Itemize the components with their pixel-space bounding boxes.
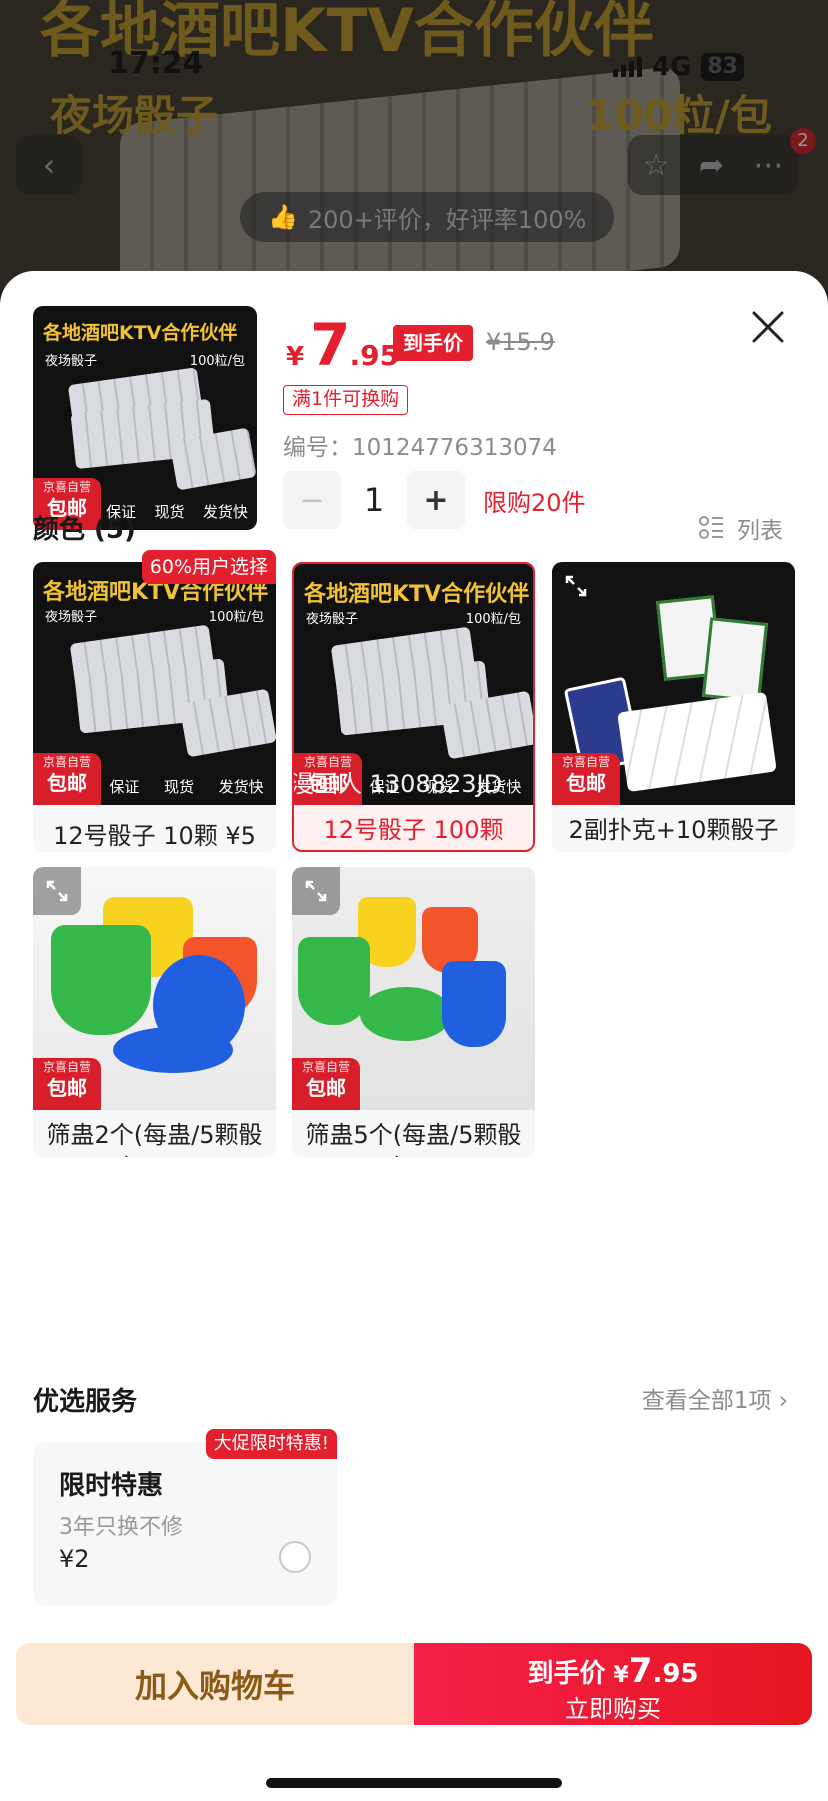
option-label: 12号骰子 100颗 ¥7.95: [323, 816, 504, 850]
close-icon[interactable]: [748, 307, 788, 347]
sku-selector-sheet: 各地酒吧KTV合作伙伴 夜场骰子 100粒/包 保证 现货 发货快 京喜自营 包邮 ¥…: [0, 271, 828, 1801]
option-image: 京喜自营 包邮: [292, 867, 535, 1110]
original-price: ¥15.9: [486, 328, 555, 356]
promo-bottom-2: 现货: [163, 778, 194, 796]
network-label: 4G: [651, 52, 692, 82]
home-indicator: [266, 1778, 562, 1788]
review-summary-pill[interactable]: 👍 200+评价，好评率100%: [240, 192, 615, 242]
jd-self-operated-badge: 京喜自营 包邮: [552, 753, 620, 805]
more-icon[interactable]: ⋯: [753, 148, 783, 183]
increase-button[interactable]: +: [407, 471, 465, 529]
share-icon[interactable]: ➦: [699, 148, 724, 183]
buy-price-decimal: .95: [652, 1659, 699, 1689]
option-image: 京喜自营 包邮: [33, 867, 276, 1110]
currency-symbol: ¥: [286, 342, 305, 372]
option-label: 12号骰子 10颗 ¥5: [53, 822, 256, 850]
service-card[interactable]: 大促限时特惠! 限时特惠 3年只换不修 ¥2: [33, 1429, 337, 1605]
plus-icon: +: [423, 482, 449, 518]
add-to-cart-button[interactable]: 加入购物车: [16, 1643, 414, 1725]
view-all-services-link[interactable]: 查看全部1项 ›: [642, 1381, 788, 1415]
list-view-toggle[interactable]: 列表: [699, 511, 783, 545]
option-label: 筛蛊2个(每蛊/5颗骰子） ¥3.5: [46, 1121, 263, 1157]
service-description: 3年只换不修: [59, 1515, 183, 1540]
promo-bottom-2: 现货: [154, 503, 185, 521]
promo-right-text: 100粒/包: [465, 612, 521, 627]
purchase-limit: 限购20件: [483, 488, 586, 517]
expand-icon[interactable]: [33, 867, 81, 915]
popular-choice-badge: 60%用户选择: [141, 550, 276, 584]
product-thumbnail[interactable]: 各地酒吧KTV合作伙伴 夜场骰子 100粒/包 保证 现货 发货快 京喜自营 包邮: [33, 306, 257, 530]
color-option-4[interactable]: 京喜自营包邮 筛蛊2个(每蛊/5颗骰子） ¥3.5: [33, 867, 276, 1157]
chevron-left-icon: ‹: [42, 146, 56, 184]
option-image: 各地酒吧KTV合作伙伴 夜场骰子 100粒/包 保证 现货 发货快 京喜自营 包邮 漫…: [294, 564, 533, 805]
color-option-1[interactable]: 60%用户选择 各地酒吧KTV合作伙伴 夜场骰子 100粒/包 保证 现货 发货快 …: [33, 550, 276, 852]
minus-icon: −: [299, 482, 325, 518]
top-nav-actions: ☆ ➦ ⋯: [628, 135, 798, 195]
promo-bottom-3: 发货快: [218, 778, 264, 796]
color-option-3[interactable]: 京喜自营包邮 2副扑克+10颗骰子 ¥2.5: [552, 562, 795, 852]
current-price: ¥ 7 .95: [286, 311, 399, 379]
option-image: 京喜自营 包邮: [552, 562, 795, 805]
option-label: 筛蛊5个(每蛊/5颗骰子） ¥6: [305, 1121, 522, 1157]
buy-price-prefix: 到手价: [527, 1659, 606, 1689]
watermark-text: 漫画人 1308823JD: [294, 770, 503, 798]
sku-number: 编号：10124776313074: [283, 435, 557, 461]
color-option-2-selected[interactable]: 各地酒吧KTV合作伙伴 夜场骰子 100粒/包 保证 现货 发货快 京喜自营 包邮 漫…: [292, 562, 535, 852]
jd-self-operated-badge: 京喜自营 包邮: [33, 753, 101, 805]
service-name: 限时特惠: [59, 1471, 164, 1501]
dice-promo-image: 各地酒吧KTV合作伙伴 夜场骰子 100粒/包 保证 现货 发货快 京喜自营 包邮: [33, 306, 257, 530]
decrease-button[interactable]: −: [283, 471, 341, 529]
price-integer: 7: [310, 311, 350, 379]
star-icon[interactable]: ☆: [643, 148, 670, 183]
option-image: 各地酒吧KTV合作伙伴 夜场骰子 100粒/包 保证 现货 发货快 京喜自营 包邮: [33, 562, 276, 805]
service-price: ¥2: [59, 1545, 90, 1573]
price-decimal: .95: [349, 339, 400, 372]
promo-headline: 各地酒吧KTV合作伙伴: [43, 322, 238, 344]
promo-left-text: 夜场骰子: [306, 612, 359, 627]
buy-now-label: 立即购买: [565, 1695, 661, 1723]
promo-bottom-3: 发货快: [202, 503, 248, 521]
expand-icon[interactable]: [552, 562, 600, 610]
thumbs-up-icon: 👍: [268, 203, 298, 231]
exchange-chip[interactable]: 满1件可换购: [283, 385, 409, 415]
promo-right-text: 100粒/包: [189, 354, 245, 369]
expand-icon[interactable]: [292, 867, 340, 915]
promo-left-text: 夜场骰子: [45, 354, 98, 369]
buy-currency: ¥: [613, 1663, 629, 1688]
banner-right-text: 100粒/包: [584, 91, 772, 140]
buy-now-button[interactable]: 到手价 ¥7.95 立即购买: [414, 1643, 812, 1725]
quantity-stepper: − 1 + 限购20件: [283, 471, 586, 529]
option-label: 2副扑克+10颗骰子 ¥2.5: [568, 816, 779, 852]
list-icon: [699, 516, 723, 539]
quantity-value[interactable]: 1: [341, 481, 407, 519]
signal-icon: [612, 57, 642, 77]
service-radio[interactable]: [279, 1541, 311, 1573]
final-price-tag: 到手价: [393, 325, 473, 361]
status-indicators: 4G 83: [612, 52, 744, 82]
promo-headline: 各地酒吧KTV合作伙伴: [304, 582, 530, 607]
chevron-right-icon: ›: [778, 1388, 788, 1414]
promo-left-text: 夜场骰子: [45, 610, 98, 625]
view-all-services-label: 查看全部1项: [641, 1388, 772, 1414]
battery-icon: 83: [701, 53, 744, 81]
promo-right-text: 100粒/包: [208, 610, 264, 625]
services-section-title: 优选服务: [33, 1387, 138, 1417]
cart-count-badge: 2: [790, 128, 816, 154]
back-button[interactable]: ‹: [16, 135, 82, 195]
promo-bottom-1: 保证: [109, 778, 140, 796]
jd-self-operated-badge: 京喜自营 包邮: [33, 1058, 101, 1110]
banner-left-text: 夜场骰子: [50, 91, 219, 140]
buy-price-integer: 7: [628, 1651, 653, 1691]
list-toggle-label: 列表: [737, 518, 783, 544]
promo-tag: 大促限时特惠!: [205, 1429, 337, 1459]
jd-self-operated-badge: 京喜自营 包邮: [292, 1058, 360, 1110]
product-page-background: 各地酒吧KTV合作伙伴 夜场骰子 100粒/包 17:24 4G 83 ‹ ☆ …: [0, 0, 828, 290]
review-summary-text: 200+评价，好评率100%: [307, 205, 587, 234]
color-option-5[interactable]: 京喜自营包邮 筛蛊5个(每蛊/5颗骰子） ¥6: [292, 867, 535, 1157]
color-section-title: 颜色 (5): [33, 515, 136, 545]
status-time: 17:24: [108, 46, 204, 81]
